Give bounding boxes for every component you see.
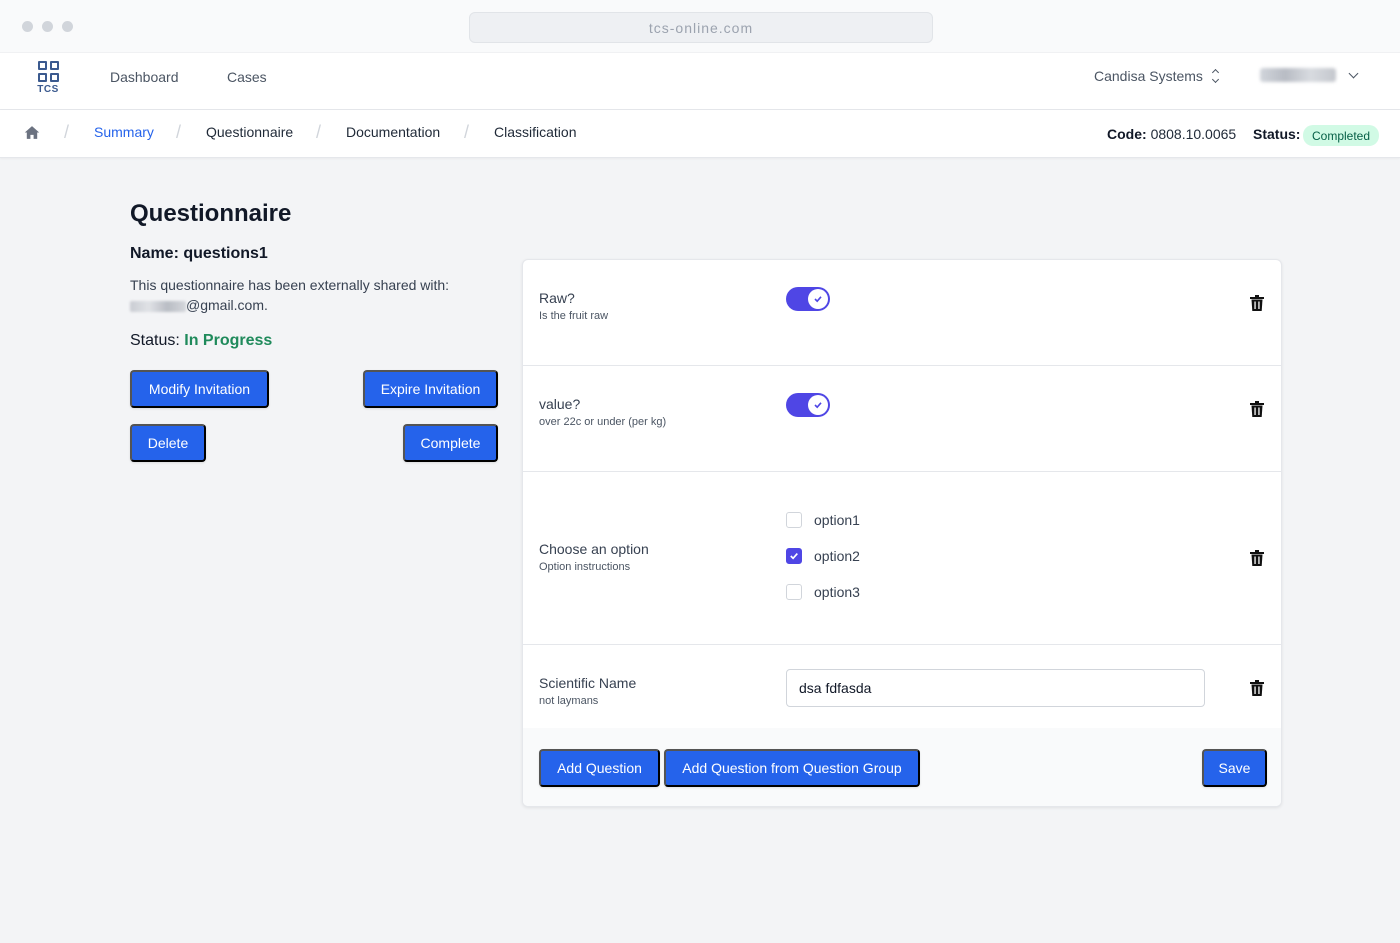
trash-icon[interactable] xyxy=(1250,550,1264,566)
check-icon xyxy=(814,402,822,409)
question-sub: over 22c or under (per kg) xyxy=(539,416,667,428)
nav-dashboard[interactable]: Dashboard xyxy=(110,69,179,85)
window-dot[interactable] xyxy=(22,21,33,32)
questionnaire-status: Status: In Progress xyxy=(130,332,273,349)
check-icon xyxy=(814,296,822,303)
org-switcher[interactable]: Candisa Systems xyxy=(1094,68,1219,84)
question-sub: not laymans xyxy=(539,695,599,707)
page-title: Questionnaire xyxy=(130,200,292,227)
logo-text: TCS xyxy=(37,84,59,95)
window-controls xyxy=(22,21,73,32)
add-question-from-group-button[interactable]: Add Question from Question Group xyxy=(664,749,920,787)
card-footer: Add Question Add Question from Question … xyxy=(523,728,1281,806)
user-name-redacted xyxy=(1260,68,1336,82)
trash-icon[interactable] xyxy=(1250,680,1264,696)
nav-cases[interactable]: Cases xyxy=(227,69,267,85)
check-icon xyxy=(790,553,798,560)
option-1[interactable]: option1 xyxy=(786,512,860,528)
raw-toggle[interactable] xyxy=(786,287,830,311)
breadcrumb-summary[interactable]: Summary xyxy=(94,124,154,140)
delete-button[interactable]: Delete xyxy=(130,424,206,462)
question-label: Scientific Name xyxy=(539,675,637,691)
trash-icon[interactable] xyxy=(1250,401,1264,417)
checkbox[interactable] xyxy=(786,548,802,564)
breadcrumb: / Summary / Questionnaire / Documentatio… xyxy=(0,110,1400,158)
email-suffix: @gmail.com. xyxy=(186,297,268,313)
breadcrumb-questionnaire[interactable]: Questionnaire xyxy=(206,124,293,140)
window-dot[interactable] xyxy=(42,21,53,32)
expire-invitation-button[interactable]: Expire Invitation xyxy=(363,370,498,408)
code-label: Code: xyxy=(1107,126,1147,142)
tcs-logo[interactable]: TCS xyxy=(36,59,60,99)
modify-invitation-button[interactable]: Modify Invitation xyxy=(130,370,269,408)
question-sub: Is the fruit raw xyxy=(539,310,609,322)
breadcrumb-separator: / xyxy=(176,122,182,142)
selector-icon xyxy=(1211,68,1219,84)
org-name: Candisa Systems xyxy=(1094,68,1203,84)
status-badge: Completed xyxy=(1303,125,1380,146)
trash-icon[interactable] xyxy=(1250,295,1264,311)
question-sub: Option instructions xyxy=(539,561,631,573)
question-label: value? xyxy=(539,396,581,412)
option-2[interactable]: option2 xyxy=(786,548,860,564)
breadcrumb-classification[interactable]: Classification xyxy=(494,124,576,140)
breadcrumb-separator: / xyxy=(64,122,70,142)
question-row: value? over 22c or under (per kg) xyxy=(523,366,1281,472)
question-row: Scientific Name not laymans dsa fdfasda xyxy=(523,645,1281,728)
value-toggle[interactable] xyxy=(786,393,830,417)
home-icon[interactable] xyxy=(24,125,40,140)
url-bar[interactable]: tcs-online.com xyxy=(469,12,933,43)
option-3[interactable]: option3 xyxy=(786,584,860,600)
questionnaire-name: Name: questions1 xyxy=(130,245,268,262)
status-value: In Progress xyxy=(184,332,273,349)
checkbox[interactable] xyxy=(786,584,802,600)
checkbox[interactable] xyxy=(786,512,802,528)
scientific-name-input[interactable]: dsa fdfasda xyxy=(786,669,1205,707)
add-question-button[interactable]: Add Question xyxy=(539,749,660,787)
question-row: Choose an option Option instructions opt… xyxy=(523,472,1281,645)
question-label: Raw? xyxy=(539,290,575,306)
top-nav: TCS Dashboard Cases Candisa Systems xyxy=(0,53,1400,110)
breadcrumb-separator: / xyxy=(316,122,322,142)
case-status-label: Status: xyxy=(1253,126,1301,142)
grid-icon xyxy=(37,61,59,82)
window-dot[interactable] xyxy=(62,21,73,32)
question-row: Raw? Is the fruit raw xyxy=(523,260,1281,366)
email-redacted xyxy=(130,300,186,312)
chevron-down-icon xyxy=(1348,68,1359,78)
user-menu[interactable] xyxy=(1260,68,1359,82)
code-value: 0808.10.0065 xyxy=(1150,126,1237,142)
save-button[interactable]: Save xyxy=(1202,749,1267,787)
shared-with-text: This questionnaire has been externally s… xyxy=(130,277,450,313)
case-code: Code: 0808.10.0065 xyxy=(1107,126,1236,142)
breadcrumb-separator: / xyxy=(464,122,470,142)
complete-button[interactable]: Complete xyxy=(403,424,498,462)
question-label: Choose an option xyxy=(539,541,649,557)
questions-card: Raw? Is the fruit raw value? over 22c or… xyxy=(522,259,1282,807)
breadcrumb-documentation[interactable]: Documentation xyxy=(346,124,440,140)
browser-chrome: tcs-online.com xyxy=(0,0,1400,53)
